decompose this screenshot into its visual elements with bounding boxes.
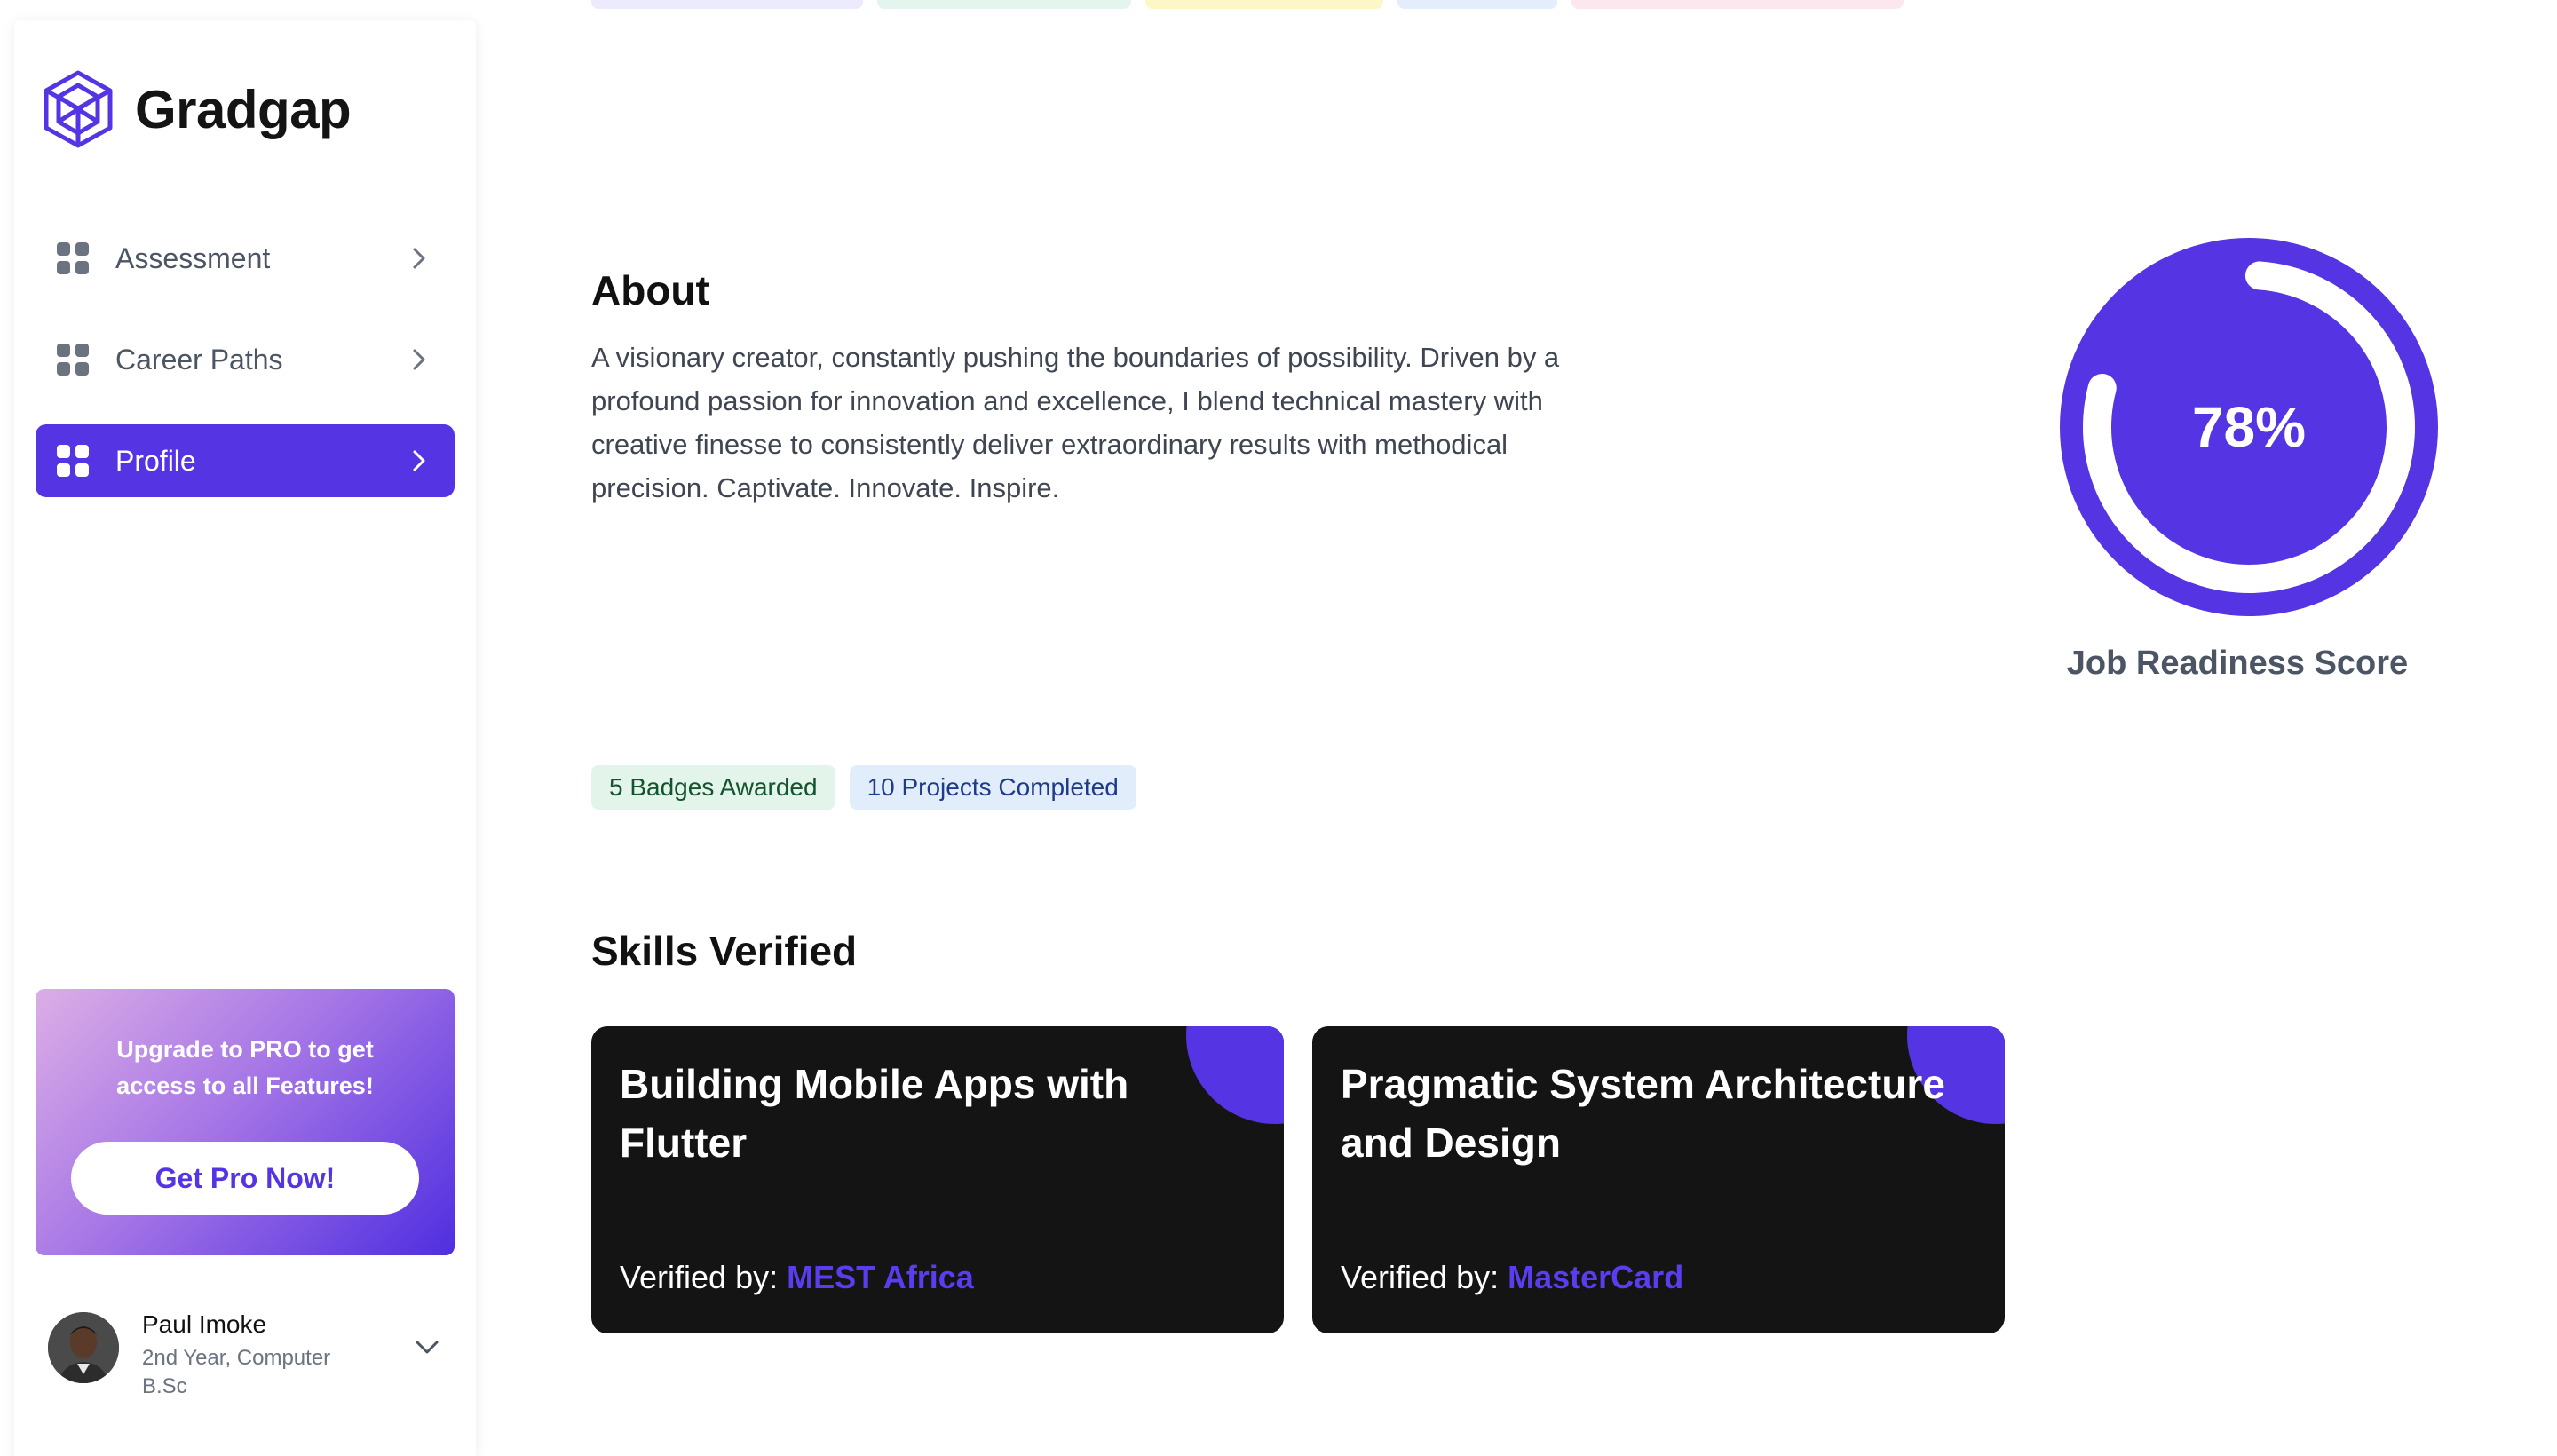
- verifier-org: MEST Africa: [787, 1259, 974, 1295]
- app-name: Gradgap: [135, 79, 352, 139]
- sidebar-item-profile[interactable]: Profile: [36, 424, 455, 497]
- chevron-down-icon[interactable]: [412, 1332, 442, 1362]
- about-text: A visionary creator, constantly pushing …: [591, 342, 1560, 503]
- sidebar-nav: Assessment Career Paths Profile: [36, 222, 455, 526]
- grid-icon: [57, 242, 89, 274]
- tag-chip: [591, 0, 863, 9]
- skills-heading: Skills Verified: [591, 928, 858, 974]
- verified-prefix: Verified by:: [1341, 1259, 1508, 1295]
- sidebar-item-label: Profile: [115, 444, 196, 477]
- badges-awarded-badge: 5 Badges Awarded: [591, 765, 835, 810]
- user-profile-menu[interactable]: Paul Imoke 2nd Year, Computer B.Sc: [48, 1294, 456, 1401]
- skill-title: Building Mobile Apps with Flutter: [620, 1061, 1129, 1166]
- sidebar-item-career-paths[interactable]: Career Paths: [36, 323, 455, 396]
- top-tag-strip: [591, 0, 1904, 9]
- projects-completed-badge: 10 Projects Completed: [849, 765, 1136, 810]
- job-readiness-score-chart: 78%: [2060, 238, 2438, 616]
- skill-card[interactable]: Building Mobile Apps with Flutter Verifi…: [591, 1026, 1284, 1333]
- skill-card[interactable]: Pragmatic System Architecture and Design…: [1312, 1026, 2005, 1333]
- about-heading: About: [591, 267, 709, 313]
- get-pro-button[interactable]: Get Pro Now!: [71, 1142, 419, 1215]
- verified-prefix: Verified by:: [620, 1259, 788, 1295]
- score-label: Job Readiness Score: [2066, 645, 2409, 682]
- user-subtitle: 2nd Year, Computer B.Sc: [142, 1346, 331, 1398]
- grid-icon: [57, 445, 89, 477]
- tag-chip: [877, 0, 1131, 9]
- brand[interactable]: Gradgap: [41, 69, 352, 149]
- verifier-org: MasterCard: [1508, 1259, 1684, 1295]
- tag-chip: [1145, 0, 1383, 9]
- sidebar-item-label: Career Paths: [115, 343, 283, 376]
- chevron-right-icon: [413, 349, 425, 370]
- chevron-right-icon: [413, 248, 425, 269]
- skills-cards: Building Mobile Apps with Flutter Verifi…: [591, 1026, 2005, 1333]
- skill-verified: Verified by: MEST Africa: [620, 1259, 974, 1296]
- skill-title: Pragmatic System Architecture and Design: [1341, 1061, 1945, 1166]
- sidebar: Gradgap Assessment Career Paths Profile …: [14, 20, 476, 1456]
- gradgap-logo-icon: [44, 70, 113, 148]
- chevron-right-icon: [413, 450, 425, 471]
- badges-row: 5 Badges Awarded 10 Projects Completed: [591, 765, 1136, 810]
- sidebar-item-label: Assessment: [115, 241, 271, 274]
- avatar: [48, 1312, 119, 1383]
- promo-text: Upgrade to PRO to get access to all Feat…: [116, 1036, 374, 1099]
- grid-icon: [57, 344, 89, 376]
- tag-chip: [1397, 0, 1557, 9]
- skill-verified: Verified by: MasterCard: [1341, 1259, 1683, 1296]
- tag-chip: [1571, 0, 1904, 9]
- user-name: Paul Imoke: [142, 1310, 267, 1338]
- upgrade-promo-card: Upgrade to PRO to get access to all Feat…: [36, 989, 455, 1255]
- score-value: 78%: [2192, 395, 2306, 459]
- sidebar-item-assessment[interactable]: Assessment: [36, 222, 455, 295]
